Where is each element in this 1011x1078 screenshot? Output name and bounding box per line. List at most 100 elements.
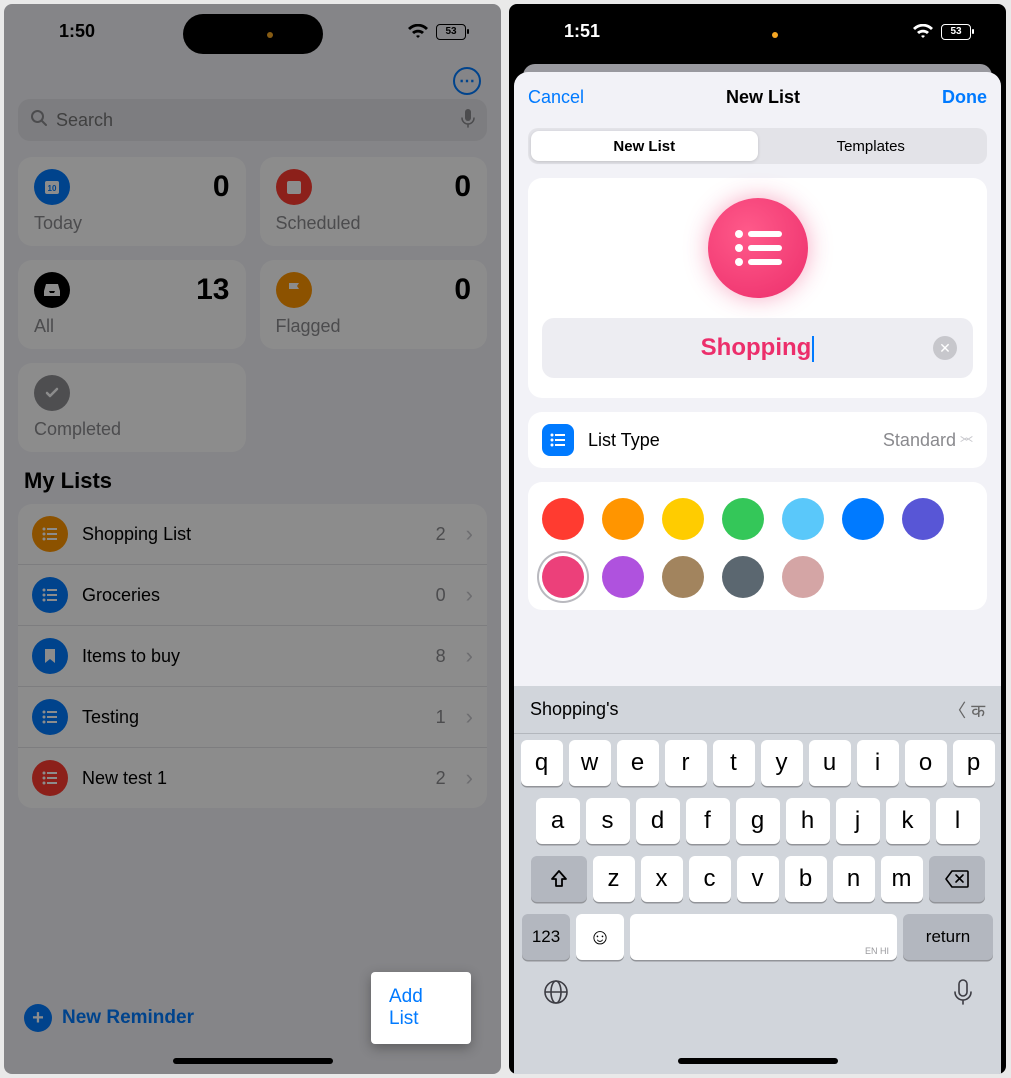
card-count: 0 [213,170,230,204]
list-name: Shopping List [82,524,422,545]
key-n[interactable]: n [833,856,875,902]
key-q[interactable]: q [521,740,563,786]
key-d[interactable]: d [636,798,680,844]
key-t[interactable]: t [713,740,755,786]
key-x[interactable]: x [641,856,683,902]
key-a[interactable]: a [536,798,580,844]
list-icon [32,760,68,796]
color-swatch[interactable] [542,498,584,540]
new-reminder-button[interactable]: + New Reminder [24,1004,194,1032]
list-icon [32,577,68,613]
done-button[interactable]: Done [942,87,987,108]
add-list-button[interactable]: Add List [371,972,471,1044]
home-indicator[interactable] [678,1058,838,1064]
card-label: Scheduled [276,213,472,234]
flag-icon [276,272,312,308]
keyboard-suggestion[interactable]: Shopping's [514,699,682,720]
section-my-lists: My Lists [24,468,487,494]
dynamic-island [688,14,828,54]
card-label: All [34,316,230,337]
key-j[interactable]: j [836,798,880,844]
color-swatch[interactable] [722,556,764,598]
key-h[interactable]: h [786,798,830,844]
color-swatch[interactable] [782,556,824,598]
cancel-button[interactable]: Cancel [528,87,584,108]
search-input[interactable] [18,99,487,141]
key-u[interactable]: u [809,740,851,786]
space-key[interactable]: EN HI [630,914,897,960]
card-flagged[interactable]: 0 Flagged [260,260,488,349]
list-name: Items to buy [82,646,422,667]
search-field[interactable] [56,110,453,131]
key-w[interactable]: w [569,740,611,786]
key-z[interactable]: z [593,856,635,902]
bookmark-icon [32,638,68,674]
key-k[interactable]: k [886,798,930,844]
list-count: 0 [436,585,446,606]
chevron-updown-icon: ︿﹀ [960,434,973,446]
list-item[interactable]: Shopping List 2 › [18,504,487,565]
key-m[interactable]: m [881,856,923,902]
search-icon [30,109,48,132]
key-r[interactable]: r [665,740,707,786]
key-e[interactable]: e [617,740,659,786]
key-b[interactable]: b [785,856,827,902]
card-completed[interactable]: Completed [18,363,246,452]
key-p[interactable]: p [953,740,995,786]
new-reminder-label: New Reminder [62,1007,194,1029]
key-l[interactable]: l [936,798,980,844]
return-key[interactable]: return [903,914,993,960]
mic-icon[interactable] [461,108,475,133]
card-label: Flagged [276,316,472,337]
list-name-value: Shopping [701,334,815,362]
card-label: Today [34,213,230,234]
color-picker [528,482,987,610]
card-count: 0 [454,170,471,204]
card-today[interactable]: 10 0 Today [18,157,246,246]
key-c[interactable]: c [689,856,731,902]
chevron-right-icon: › [466,521,473,547]
card-scheduled[interactable]: 0 Scheduled [260,157,488,246]
clear-button[interactable]: ✕ [933,336,957,360]
numbers-key[interactable]: 123 [522,914,570,960]
card-all[interactable]: 13 All [18,260,246,349]
list-item[interactable]: New test 1 2 › [18,748,487,808]
segment-new-list[interactable]: New List [531,131,758,161]
more-button[interactable]: ⋯ [18,59,487,99]
color-swatch[interactable] [602,556,644,598]
home-indicator[interactable] [173,1058,333,1064]
key-s[interactable]: s [586,798,630,844]
key-o[interactable]: o [905,740,947,786]
list-item[interactable]: Groceries 0 › [18,565,487,626]
color-swatch[interactable] [542,556,584,598]
color-swatch[interactable] [662,498,704,540]
svg-text:10: 10 [48,184,57,193]
key-i[interactable]: i [857,740,899,786]
list-name-field[interactable]: Shopping ✕ [542,318,973,378]
list-item[interactable]: Items to buy 8 › [18,626,487,687]
segmented-control[interactable]: New List Templates [528,128,987,164]
list-type-row[interactable]: List Type Standard ︿﹀ [528,412,987,468]
battery-indicator: 53 [436,24,466,40]
keyboard-lang-switch[interactable]: 〈 क [833,697,1001,723]
emoji-key[interactable]: ☺ [576,914,624,960]
color-swatch[interactable] [602,498,644,540]
color-swatch[interactable] [662,556,704,598]
key-v[interactable]: v [737,856,779,902]
color-swatch[interactable] [902,498,944,540]
color-swatch[interactable] [842,498,884,540]
key-y[interactable]: y [761,740,803,786]
backspace-key[interactable] [929,856,985,902]
key-g[interactable]: g [736,798,780,844]
segment-templates[interactable]: Templates [758,131,985,161]
keyboard[interactable]: Shopping's 〈 क qwertyuiop asdfghjkl zxcv… [514,686,1001,1074]
color-swatch[interactable] [782,498,824,540]
color-swatch[interactable] [722,498,764,540]
shift-key[interactable] [531,856,587,902]
list-count: 1 [436,707,446,728]
key-f[interactable]: f [686,798,730,844]
mic-icon[interactable] [953,978,973,1006]
globe-icon[interactable] [542,978,570,1006]
tray-icon [34,272,70,308]
list-item[interactable]: Testing 1 › [18,687,487,748]
